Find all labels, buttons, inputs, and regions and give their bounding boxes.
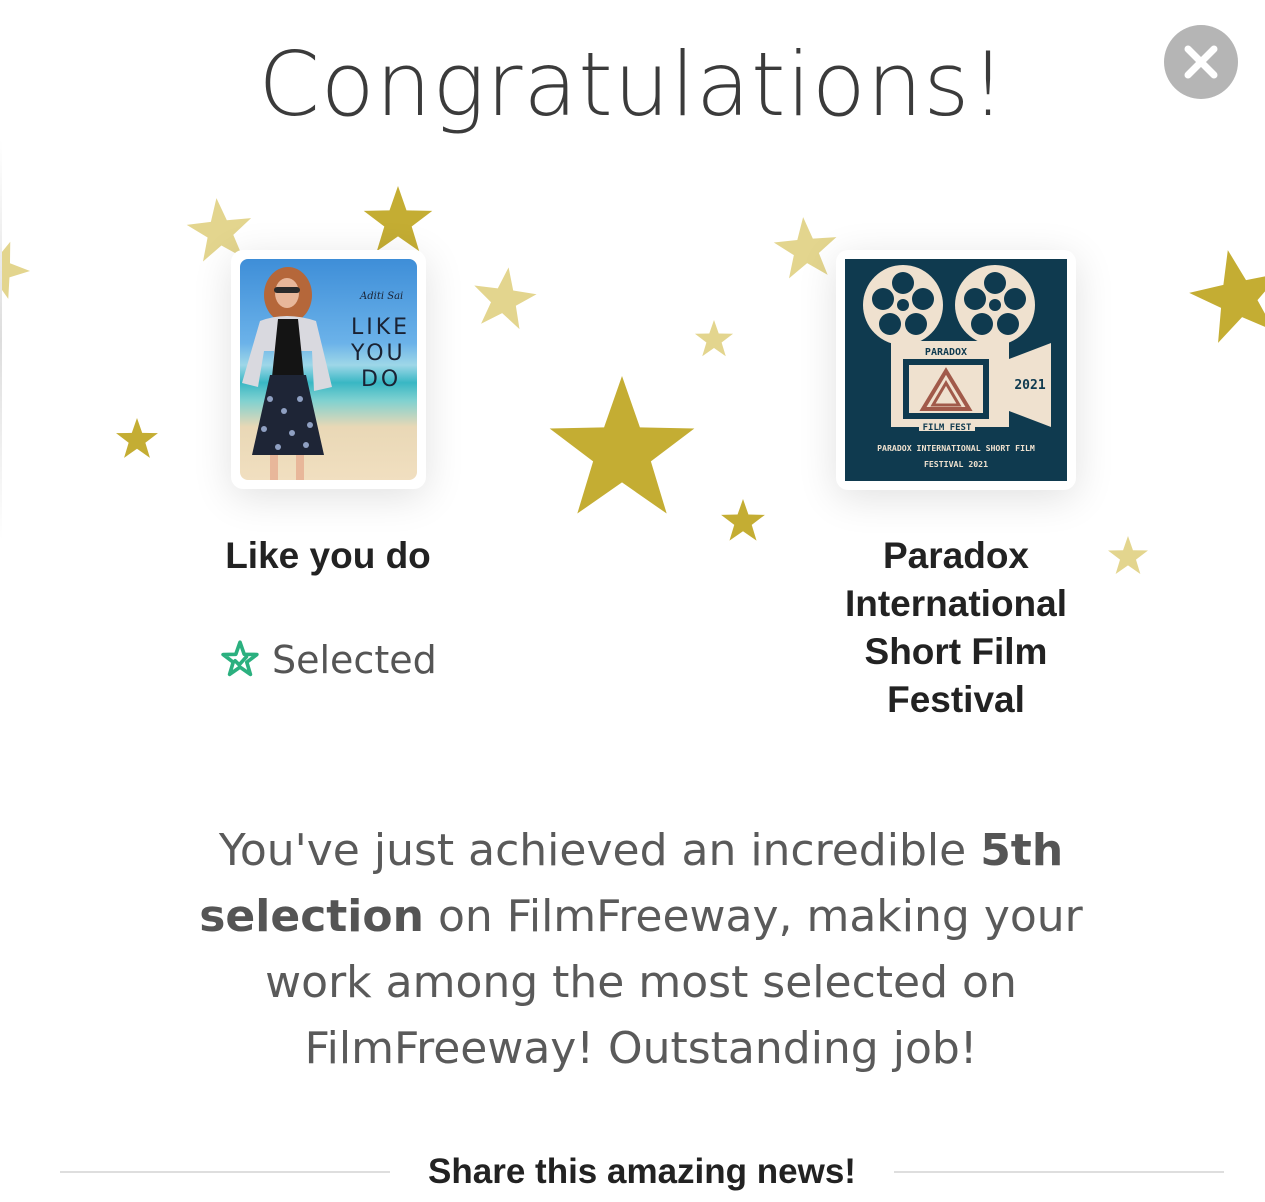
- logo-caption-line2: FESTIVAL 2021: [924, 459, 988, 469]
- selection-status: Selected: [218, 636, 437, 684]
- left-edge-shadow: [0, 140, 2, 540]
- poster-title-text: LIKE YOU DO: [351, 315, 411, 392]
- star-icon: [469, 262, 540, 331]
- logo-top-label: PARADOX: [925, 347, 967, 358]
- star-icon: [1182, 240, 1265, 347]
- star-icon: [549, 376, 695, 514]
- logo-caption-line1: PARADOX INTERNATIONAL SHORT FILM: [877, 443, 1035, 453]
- divider: [893, 1171, 1224, 1173]
- star-icon: [363, 186, 433, 252]
- festival-logo-card: PARADOX 2021 FILM FEST PARADOX INTERNATI…: [836, 250, 1076, 490]
- festival-name[interactable]: Paradox International Short Film Festiva…: [800, 532, 1112, 724]
- project-poster-card: Aditi Sai LIKE YOU DO: [231, 250, 426, 489]
- festival-logo: PARADOX 2021 FILM FEST PARADOX INTERNATI…: [845, 259, 1067, 481]
- project-poster: Aditi Sai LIKE YOU DO: [240, 259, 417, 480]
- star-icon: [694, 320, 734, 357]
- selected-star-icon: [221, 640, 259, 677]
- status-label: Selected: [272, 638, 437, 682]
- close-icon: [1184, 45, 1218, 79]
- poster-signature: Aditi Sai: [360, 291, 404, 302]
- message-prefix: You've just achieved an incredible: [218, 825, 981, 876]
- logo-year: 2021: [1014, 378, 1045, 393]
- star-icon: [721, 499, 765, 541]
- share-heading: Share this amazing news!: [428, 1152, 856, 1191]
- logo-bottom-label: FILM FEST: [923, 423, 972, 433]
- star-icon: [0, 232, 38, 303]
- project-title[interactable]: Like you do: [178, 532, 478, 580]
- close-button[interactable]: [1164, 25, 1238, 99]
- share-section: Share this amazing news!: [60, 1148, 1224, 1196]
- divider: [60, 1171, 391, 1173]
- film-camera-logo: PARADOX 2021 FILM FEST PARADOX INTERNATI…: [863, 265, 1051, 469]
- star-icon: [1108, 536, 1148, 575]
- star-icon: [771, 214, 840, 280]
- page-title: Congratulations!: [258, 33, 1007, 136]
- star-icon: [116, 418, 158, 458]
- achievement-message: You've just achieved an incredible 5th s…: [160, 818, 1122, 1082]
